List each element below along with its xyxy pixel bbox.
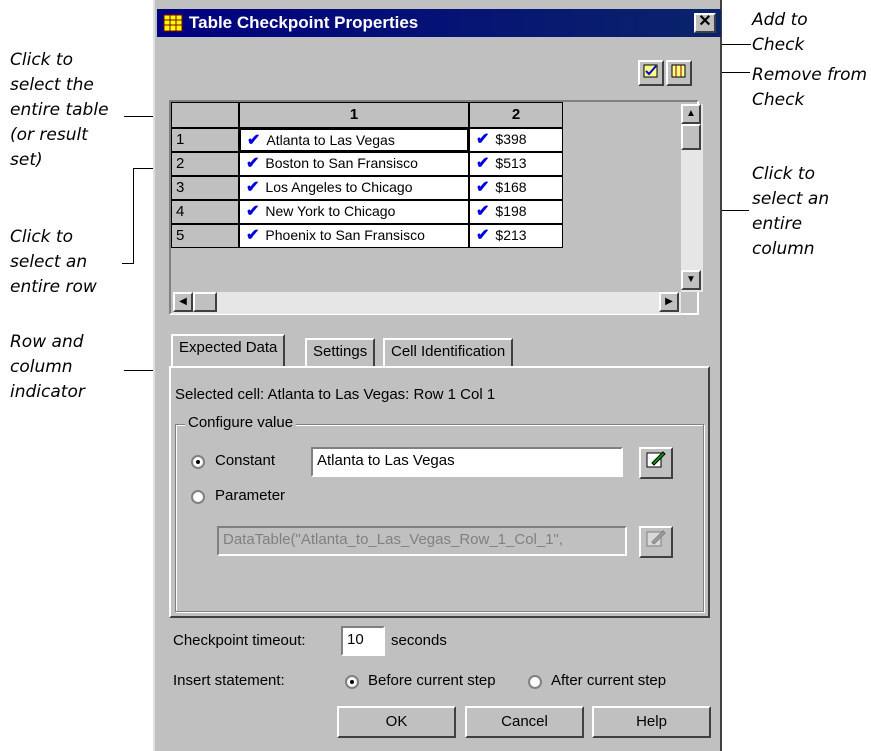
edit-constant-button[interactable] <box>639 447 673 479</box>
edit-parameter-button[interactable] <box>639 526 673 558</box>
row-header-4[interactable]: 4 <box>171 200 239 224</box>
row-header-2[interactable]: 2 <box>171 152 239 176</box>
timeout-label: Checkpoint timeout: <box>173 632 306 649</box>
annotation-select-row: Click to select an entire row <box>10 227 97 297</box>
horizontal-scrollbar[interactable]: ◀ ▶ <box>173 292 681 314</box>
remove-check-icon <box>671 64 686 78</box>
annotation-row-col-indicator: Row and column indicator <box>10 332 85 402</box>
help-button[interactable]: Help <box>592 706 711 738</box>
before-step-radio[interactable] <box>345 675 359 689</box>
table-cell[interactable]: ✔ $398 <box>469 128 563 152</box>
check-icon: ✔ <box>476 179 490 196</box>
check-icon: ✔ <box>246 203 260 220</box>
scroll-thumb-h[interactable] <box>193 292 217 312</box>
edit-icon-disabled <box>646 530 666 547</box>
scroll-right-icon[interactable]: ▶ <box>659 292 679 312</box>
scroll-up-icon[interactable]: ▲ <box>681 104 701 124</box>
column-header-1[interactable]: 1 <box>239 102 469 128</box>
selected-cell-indicator: Selected cell: Atlanta to Las Vegas: Row… <box>175 386 496 403</box>
title-bar[interactable]: Table Checkpoint Properties ✕ <box>157 9 721 37</box>
table-checkpoint-dialog: Table Checkpoint Properties ✕ 1 2 1 ✔ Atl… <box>153 0 722 751</box>
constant-value-input[interactable]: Atlanta to Las Vegas <box>311 447 623 477</box>
configure-value-label: Configure value <box>185 414 297 431</box>
check-icon: ✔ <box>247 132 261 149</box>
check-icon: ✔ <box>476 155 490 172</box>
constant-label: Constant <box>215 452 276 469</box>
tab-expected-data[interactable]: Expected Data <box>171 334 286 366</box>
check-icon: ✔ <box>476 131 490 148</box>
table-cell[interactable]: ✔ $198 <box>469 200 563 224</box>
insert-statement-label: Insert statement: <box>173 672 285 689</box>
constant-radio[interactable] <box>191 455 205 469</box>
scroll-down-icon[interactable]: ▼ <box>681 270 701 290</box>
annotation-select-table: Click to select the entire table (or res… <box>10 50 109 170</box>
dialog-title: Table Checkpoint Properties <box>189 13 419 32</box>
before-step-label: Before current step <box>368 672 496 689</box>
row-header-3[interactable]: 3 <box>171 176 239 200</box>
annotation-remove-from-check: Remove from Check <box>752 65 868 110</box>
annotation-add-to-check: Add to Check <box>752 10 808 55</box>
after-step-radio[interactable] <box>528 675 542 689</box>
annotation-select-column: Click to select an entire column <box>752 164 830 259</box>
tab-settings[interactable]: Settings <box>305 338 376 366</box>
table-grid: 1 2 1 ✔ Atlanta to Las Vegas ✔ $398 2 ✔ Bos… <box>169 100 703 315</box>
timeout-input[interactable]: 10 <box>341 626 385 656</box>
after-step-label: After current step <box>551 672 667 689</box>
table-cell[interactable]: ✔ Boston to San Fransisco <box>239 152 469 176</box>
scroll-left-icon[interactable]: ◀ <box>173 292 193 312</box>
check-icon: ✔ <box>476 203 490 220</box>
cancel-button[interactable]: Cancel <box>465 706 584 738</box>
parameter-label: Parameter <box>215 487 286 504</box>
table-cell[interactable]: ✔ $513 <box>469 152 563 176</box>
table-cell[interactable]: ✔ New York to Chicago <box>239 200 469 224</box>
table-icon <box>163 14 183 32</box>
row-header-1[interactable]: 1 <box>171 128 239 152</box>
select-all-cell[interactable] <box>171 102 239 128</box>
edit-icon <box>646 451 666 468</box>
parameter-radio[interactable] <box>191 490 205 504</box>
add-check-icon <box>643 64 658 78</box>
parameter-value-input[interactable]: DataTable("Atlanta_to_Las_Vegas_Row_1_Co… <box>217 526 627 556</box>
row-header-5[interactable]: 5 <box>171 224 239 248</box>
tab-cell-identification[interactable]: Cell Identification <box>383 338 514 366</box>
timeout-unit: seconds <box>391 632 447 649</box>
ok-button[interactable]: OK <box>337 706 456 738</box>
leader-line-row-b <box>133 168 134 264</box>
check-icon: ✔ <box>246 155 260 172</box>
table-cell[interactable]: ✔ Los Angeles to Chicago <box>239 176 469 200</box>
check-icon: ✔ <box>246 179 260 196</box>
table-cell[interactable]: ✔ Atlanta to Las Vegas <box>239 128 469 152</box>
vertical-scrollbar[interactable]: ▲ ▼ <box>681 104 703 292</box>
close-button[interactable]: ✕ <box>694 13 716 33</box>
check-icon: ✔ <box>476 227 490 244</box>
table-cell[interactable]: ✔ $168 <box>469 176 563 200</box>
check-icon: ✔ <box>246 227 260 244</box>
expected-data-panel: Selected cell: Atlanta to Las Vegas: Row… <box>169 366 710 618</box>
table-cell[interactable]: ✔ $213 <box>469 224 563 248</box>
add-to-check-button[interactable] <box>638 60 664 86</box>
column-header-2[interactable]: 2 <box>469 102 563 128</box>
scroll-thumb[interactable] <box>681 124 701 150</box>
remove-from-check-button[interactable] <box>666 60 692 86</box>
table-cell[interactable]: ✔ Phoenix to San Fransisco <box>239 224 469 248</box>
